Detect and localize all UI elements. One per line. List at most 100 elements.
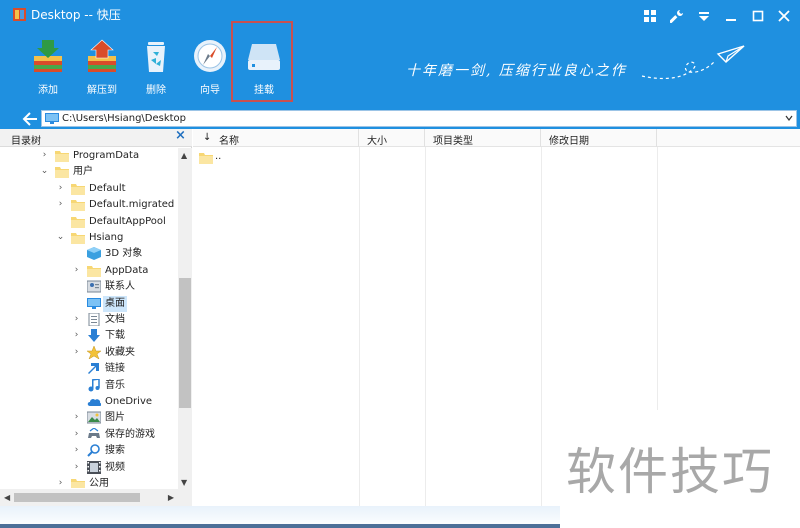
tree-item[interactable]: › AppData	[0, 263, 178, 279]
tree-item-label-wrap: 保存的游戏	[103, 427, 157, 443]
extract-to-label: 解压到	[87, 85, 117, 96]
tree-item[interactable]: OneDrive	[0, 394, 178, 410]
tree-item[interactable]: 桌面	[0, 295, 178, 312]
folder-icon	[71, 479, 85, 488]
tree-item-label-wrap: 联系人	[103, 279, 137, 295]
chevron-down-icon[interactable]: ⌄	[40, 167, 49, 176]
tree-item-label-wrap: 桌面	[103, 295, 127, 312]
tree-item[interactable]: DefaultAppPool	[0, 214, 178, 230]
chevron-right-icon[interactable]: ›	[72, 413, 81, 422]
close-icon[interactable]	[777, 9, 791, 23]
column-name[interactable]: ↓ 名称	[193, 129, 359, 147]
minimize-icon[interactable]	[724, 9, 738, 23]
tree-item-label: 3D 对象	[105, 248, 143, 260]
tree-item-label: 收藏夹	[105, 346, 135, 358]
delete-button[interactable]: 删除	[134, 38, 178, 98]
column-divider	[541, 147, 542, 506]
add-archive-icon	[34, 40, 62, 72]
tree-item-label: 保存的游戏	[105, 428, 155, 440]
scrollbar-corner	[178, 489, 192, 506]
chevron-right-icon[interactable]: ›	[72, 347, 81, 357]
documents-icon	[88, 313, 100, 326]
maximize-icon[interactable]	[751, 9, 765, 23]
chevron-right-icon[interactable]: ›	[40, 151, 49, 160]
tree-item-label-wrap: Default	[87, 181, 128, 197]
tree-item[interactable]: › 保存的游戏	[0, 427, 178, 443]
wrench-settings-icon[interactable]	[670, 9, 684, 23]
tree-horizontal-scrollbar[interactable]: ◀ ▶	[0, 489, 178, 506]
tree-vertical-scrollbar[interactable]: ▲ ▼	[178, 148, 192, 489]
scroll-thumb[interactable]	[179, 278, 191, 408]
tree-item[interactable]: › Default	[0, 181, 178, 197]
tree-item[interactable]: 联系人	[0, 279, 178, 295]
tree-item[interactable]: › 收藏夹	[0, 345, 178, 361]
tree-item[interactable]: › 视频	[0, 460, 178, 476]
chevron-right-icon[interactable]: ›	[72, 462, 81, 472]
tree-item[interactable]: ⌄ Hsiang	[0, 230, 178, 246]
scroll-left-icon[interactable]: ◀	[4, 493, 10, 502]
chevron-right-icon[interactable]: ›	[56, 200, 65, 209]
tree-item-label-wrap: 公用	[87, 476, 111, 488]
chevron-right-icon[interactable]: ›	[72, 446, 81, 455]
chevron-right-icon[interactable]: ›	[72, 331, 81, 340]
paper-plane-icon	[641, 45, 745, 80]
delete-icon	[147, 42, 165, 72]
chevron-right-icon[interactable]: ›	[56, 479, 65, 488]
tree-item-label: 下载	[105, 330, 125, 342]
tree-item-label: 视频	[105, 461, 125, 473]
tree-item[interactable]: › 搜索	[0, 443, 178, 459]
tree-item[interactable]: 3D 对象	[0, 246, 178, 262]
tree-item[interactable]: 链接	[0, 361, 178, 377]
tree-item[interactable]: › 图片	[0, 410, 178, 426]
tree-item[interactable]: › 文档	[0, 312, 178, 328]
scroll-down-icon[interactable]: ▼	[181, 478, 187, 487]
add-button[interactable]: 添加	[26, 38, 70, 98]
contacts-icon	[87, 280, 101, 293]
tree-item-label: 公用	[89, 478, 109, 488]
tree-item-label: 用户	[73, 166, 93, 178]
folder-icon	[199, 153, 213, 164]
scroll-right-icon[interactable]: ▶	[168, 493, 174, 502]
tree-item-label-wrap: ProgramData	[71, 148, 141, 164]
tree-item[interactable]: › ProgramData	[0, 148, 178, 164]
chevron-right-icon[interactable]: ›	[72, 315, 81, 324]
tree-item-label: 音乐	[105, 379, 125, 391]
column-type-label: 项目类型	[433, 136, 473, 147]
chevron-down-icon[interactable]	[785, 114, 793, 122]
tree-item-label-wrap: 收藏夹	[103, 345, 137, 361]
extract-to-button[interactable]: 解压到	[80, 38, 124, 98]
scroll-thumb[interactable]	[14, 493, 140, 502]
chevron-right-icon[interactable]: ›	[72, 429, 81, 439]
column-size[interactable]: 大小	[359, 129, 425, 147]
wizard-button[interactable]: 向导	[188, 38, 232, 98]
address-input[interactable]: C:\Users\Hsiang\Desktop	[41, 110, 797, 127]
tree-item[interactable]: › 下载	[0, 328, 178, 344]
tree-close-icon[interactable]: ×	[175, 129, 187, 142]
scroll-up-icon[interactable]: ▲	[181, 151, 187, 160]
watermark-text: 软件技巧	[566, 443, 774, 501]
back-arrow-icon[interactable]	[22, 112, 38, 126]
tree-item-label-wrap: 下载	[103, 328, 127, 344]
delete-label: 删除	[146, 85, 166, 96]
tree-item-label: DefaultAppPool	[89, 215, 166, 227]
tree-item-label-wrap: AppData	[103, 263, 150, 279]
desktop-icon	[87, 297, 101, 309]
chevron-down-icon[interactable]: ⌄	[56, 233, 65, 242]
tree-item[interactable]: › 公用	[0, 476, 178, 488]
folder-icon	[55, 167, 69, 179]
directory-tree-panel: 目录树 × › ProgramData ⌄ 用户 › Default › Default.mi…	[0, 129, 192, 506]
table-row[interactable]: ..	[193, 150, 800, 166]
tree-item[interactable]: › Default.migrated	[0, 197, 178, 213]
tree-item[interactable]: 音乐	[0, 378, 178, 394]
chevron-right-icon[interactable]: ›	[72, 265, 81, 275]
tree-item[interactable]: ⌄ 用户	[0, 164, 178, 180]
dropdown-menu-icon[interactable]	[697, 9, 711, 23]
list-header: ↓ 名称 大小 项目类型 修改日期	[193, 129, 800, 147]
column-modified[interactable]: 修改日期	[541, 129, 657, 147]
folder-icon	[71, 233, 85, 244]
taskbar-edge	[0, 524, 560, 528]
chevron-right-icon[interactable]: ›	[56, 183, 65, 193]
grid-menu-icon[interactable]	[643, 9, 657, 23]
column-type[interactable]: 项目类型	[425, 129, 541, 147]
tree-item-label-wrap: 音乐	[103, 378, 127, 394]
